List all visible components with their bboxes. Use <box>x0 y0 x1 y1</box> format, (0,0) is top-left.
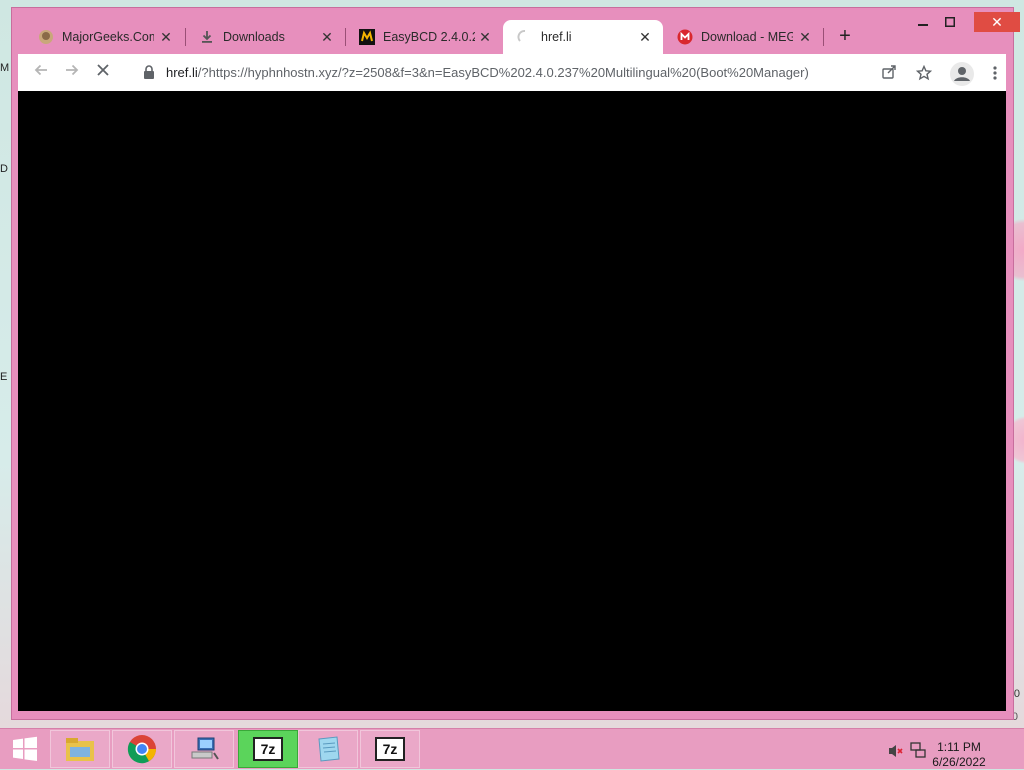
start-button[interactable] <box>4 730 46 768</box>
majorgeeks-icon <box>38 29 54 45</box>
notepad-icon <box>318 736 340 762</box>
tab-title: MajorGeeks.Com <box>62 30 154 44</box>
windows-logo-icon <box>13 736 37 761</box>
url-host: href.li <box>166 65 198 80</box>
taskbar-7zip-active[interactable]: 7z <box>238 730 298 768</box>
chrome-window: MajorGeeks.Com ✕ Downloads ✕ EasyBCD 2.4… <box>12 8 1020 719</box>
7zip-icon: 7z <box>253 737 283 761</box>
mega-icon <box>677 29 693 45</box>
chrome-icon <box>127 735 156 764</box>
tab-strip: MajorGeeks.Com ✕ Downloads ✕ EasyBCD 2.4… <box>12 8 1020 54</box>
close-icon[interactable]: ✕ <box>158 29 174 45</box>
tab-separator <box>823 28 824 46</box>
majorgeeks-m-icon <box>359 29 375 45</box>
close-icon[interactable]: ✕ <box>797 29 813 45</box>
profile-avatar-icon[interactable] <box>950 62 974 86</box>
maximize-button[interactable] <box>937 12 963 32</box>
close-icon[interactable]: ✕ <box>319 29 335 45</box>
url-text[interactable]: href.li/?https://hyphnhostn.xyz/?z=2508&… <box>166 65 809 80</box>
tab-downloads[interactable]: Downloads ✕ <box>185 20 345 54</box>
system-clock[interactable]: 1:11 PM 6/26/2022 <box>924 740 994 770</box>
taskbar-chrome[interactable] <box>112 730 172 768</box>
taskbar-file-explorer[interactable] <box>50 730 110 768</box>
computer-network-icon <box>191 737 219 760</box>
loading-spinner-icon <box>517 29 533 45</box>
taskbar-network-app[interactable] <box>174 730 234 768</box>
tab-title: Downloads <box>223 30 285 44</box>
bookmark-star-icon[interactable] <box>915 64 933 83</box>
tab-title: Download - MEGA <box>701 30 793 44</box>
url-path: /?https://hyphnhostn.xyz/?z=2508&f=3&n=E… <box>197 65 809 80</box>
desktop-icon-label-fragment: M <box>0 62 10 74</box>
desktop-icon-label-fragment: D <box>0 163 8 175</box>
tab-easybcd[interactable]: EasyBCD 2.4.0.237 ✕ <box>345 20 503 54</box>
lock-icon[interactable] <box>143 65 155 79</box>
share-icon[interactable] <box>880 64 898 82</box>
download-icon <box>199 29 215 45</box>
system-tray: 1:11 PM 6/26/2022 <box>886 735 1016 769</box>
tab-title: EasyBCD 2.4.0.237 <box>383 30 475 44</box>
stop-loading-button[interactable] <box>92 62 114 84</box>
desktop-icon-label-fragment: E <box>0 371 8 383</box>
more-menu-icon[interactable] <box>986 65 1004 83</box>
taskbar: 7z 7z 1:11 PM 6/26/2022 <box>0 728 1024 769</box>
close-icon[interactable]: ✕ <box>637 29 653 45</box>
tab-title: href.li <box>541 30 572 44</box>
taskbar-notepad[interactable] <box>298 730 358 768</box>
close-window-button[interactable]: ✕ <box>974 12 1020 32</box>
minimize-button[interactable] <box>910 12 936 32</box>
clock-time: 1:11 PM <box>937 740 981 754</box>
new-tab-button[interactable]: + <box>834 26 856 48</box>
browser-toolbar: href.li/?https://hyphnhostn.xyz/?z=2508&… <box>18 54 1006 91</box>
back-button[interactable] <box>30 62 52 84</box>
tab-href-li[interactable]: href.li ✕ <box>503 20 663 54</box>
tab-majorgeeks[interactable]: MajorGeeks.Com ✕ <box>24 20 184 54</box>
volume-muted-icon[interactable] <box>888 743 904 764</box>
7zip-icon: 7z <box>375 737 405 761</box>
folder-icon <box>66 738 94 761</box>
taskbar-7zip[interactable]: 7z <box>360 730 420 768</box>
page-content-area[interactable] <box>18 91 1006 711</box>
desktop-text-fragment: 0 <box>1013 688 1020 700</box>
forward-button[interactable] <box>61 62 83 84</box>
address-bar[interactable]: href.li/?https://hyphnhostn.xyz/?z=2508&… <box>134 58 912 87</box>
close-icon[interactable]: ✕ <box>477 29 493 45</box>
tab-mega[interactable]: Download - MEGA ✕ <box>663 20 823 54</box>
